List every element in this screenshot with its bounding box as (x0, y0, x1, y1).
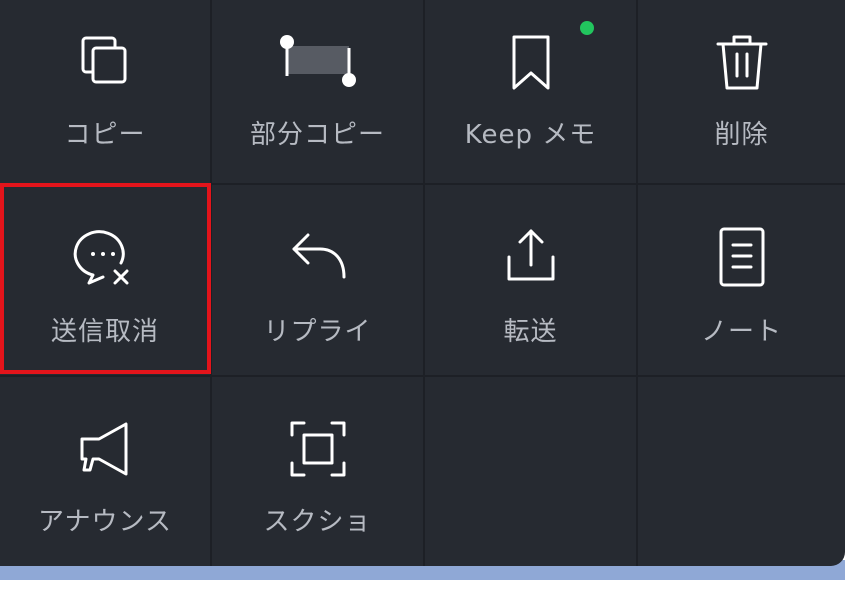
menu-item-label: スクショ (263, 507, 372, 537)
empty-cell (638, 377, 845, 566)
screenshot-frame-icon (286, 417, 350, 481)
menu-item-label: ノート (700, 317, 782, 347)
menu-item-copy[interactable]: コピー (0, 0, 212, 185)
menu-item-label: 削除 (714, 120, 769, 150)
megaphone-icon (73, 417, 137, 481)
bookmark-icon (499, 30, 563, 94)
menu-item-label: 部分コピー (249, 120, 385, 150)
menu-item-label: Keep メモ (464, 120, 597, 150)
menu-item-label: 転送 (503, 317, 558, 347)
menu-item-screenshot[interactable]: スクショ (212, 377, 425, 566)
menu-item-announce[interactable]: アナウンス (0, 377, 212, 566)
menu-item-note[interactable]: ノート (638, 185, 845, 377)
partial-copy-icon (273, 30, 363, 94)
copy-icon (73, 30, 137, 94)
share-upload-icon (499, 225, 563, 289)
note-document-icon (710, 225, 774, 289)
menu-item-label: 送信取消 (50, 317, 159, 347)
menu-item-label: リプライ (263, 317, 372, 347)
menu-item-forward[interactable]: 転送 (425, 185, 638, 377)
menu-item-reply[interactable]: リプライ (212, 185, 425, 377)
menu-item-keep-memo[interactable]: Keep メモ (425, 0, 638, 185)
menu-item-delete[interactable]: 削除 (638, 0, 845, 185)
message-context-menu: コピー 部分コピー Keep メモ 削除 送信取消 リプライ 転送 ノート アナ… (0, 0, 845, 566)
empty-cell (425, 377, 638, 566)
reply-arrow-icon (286, 225, 350, 289)
menu-item-label: コピー (64, 120, 146, 150)
unsend-message-icon (73, 225, 137, 289)
menu-item-unsend[interactable]: 送信取消 (0, 185, 212, 377)
menu-item-partial-copy[interactable]: 部分コピー (212, 0, 425, 185)
menu-item-label: アナウンス (38, 507, 172, 537)
trash-icon (710, 30, 774, 94)
new-badge-dot (580, 21, 594, 35)
